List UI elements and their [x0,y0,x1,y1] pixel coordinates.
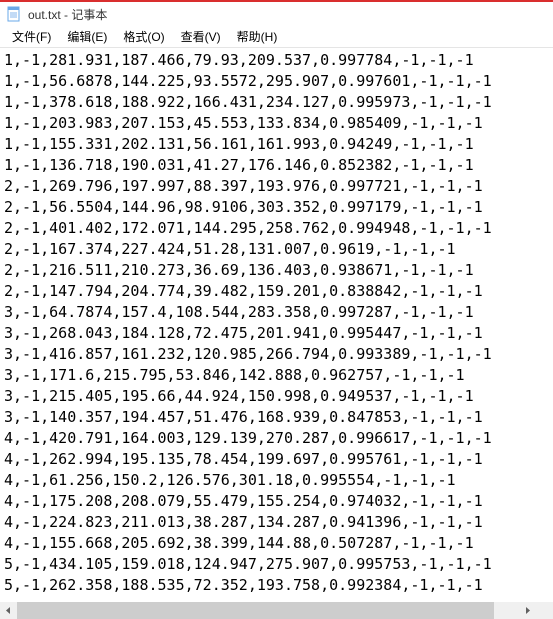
text-line: 1,-1,155.331,202.131,56.161,161.993,0.94… [4,134,549,155]
menu-format[interactable]: 格式(O) [115,26,172,47]
text-line: 3,-1,64.7874,157.4,108.544,283.358,0.997… [4,302,549,323]
titlebar: out.txt - 记事本 [0,0,553,26]
text-line: 4,-1,262.994,195.135,78.454,199.697,0.99… [4,449,549,470]
menu-file[interactable]: 文件(F) [4,26,59,47]
text-line: 1,-1,378.618,188.922,166.431,234.127,0.9… [4,92,549,113]
text-line: 2,-1,269.796,197.997,88.397,193.976,0.99… [4,176,549,197]
window-title: out.txt - 记事本 [28,6,107,23]
menu-edit[interactable]: 编辑(E) [59,26,115,47]
text-line: 3,-1,140.357,194.457,51.476,168.939,0.84… [4,407,549,428]
scroll-left-button[interactable] [0,602,17,619]
text-line: 5,-1,262.358,188.535,72.352,193.758,0.99… [4,575,549,596]
text-line: 3,-1,416.857,161.232,120.985,266.794,0.9… [4,344,549,365]
text-line: 2,-1,167.374,227.424,51.28,131.007,0.961… [4,239,549,260]
text-line: 4,-1,61.256,150.2,126.576,301.18,0.99555… [4,470,549,491]
text-line: 1,-1,203.983,207.153,45.553,133.834,0.98… [4,113,549,134]
text-line: 1,-1,56.6878,144.225,93.5572,295.907,0.9… [4,71,549,92]
text-area[interactable]: 1,-1,281.931,187.466,79.93,209.537,0.997… [0,48,553,598]
text-line: 5,-1,434.105,159.018,124.947,275.907,0.9… [4,554,549,575]
text-line: 1,-1,281.931,187.466,79.93,209.537,0.997… [4,50,549,71]
text-line: 4,-1,175.208,208.079,55.479,155.254,0.97… [4,491,549,512]
notepad-icon [6,6,22,22]
text-line: 3,-1,268.043,184.128,72.475,201.941,0.99… [4,323,549,344]
text-line: 2,-1,56.5504,144.96,98.9106,303.352,0.99… [4,197,549,218]
scroll-track[interactable] [17,602,519,619]
text-line: 2,-1,147.794,204.774,39.482,159.201,0.83… [4,281,549,302]
text-line: 4,-1,155.668,205.692,38.399,144.88,0.507… [4,533,549,554]
menu-view[interactable]: 查看(V) [173,26,229,47]
text-line: 4,-1,420.791,164.003,129.139,270.287,0.9… [4,428,549,449]
text-line: 2,-1,401.402,172.071,144.295,258.762,0.9… [4,218,549,239]
text-line: 4,-1,224.823,211.013,38.287,134.287,0.94… [4,512,549,533]
scroll-right-button[interactable] [519,602,536,619]
text-line: 1,-1,136.718,190.031,41.27,176.146,0.852… [4,155,549,176]
text-line: 3,-1,215.405,195.66,44.924,150.998,0.949… [4,386,549,407]
scroll-thumb[interactable] [17,602,494,619]
menubar: 文件(F) 编辑(E) 格式(O) 查看(V) 帮助(H) [0,26,553,48]
menu-help[interactable]: 帮助(H) [229,26,286,47]
scroll-corner [536,602,553,619]
horizontal-scrollbar[interactable] [0,602,536,619]
text-line: 2,-1,216.511,210.273,36.69,136.403,0.938… [4,260,549,281]
text-line: 3,-1,171.6,215.795,53.846,142.888,0.9627… [4,365,549,386]
